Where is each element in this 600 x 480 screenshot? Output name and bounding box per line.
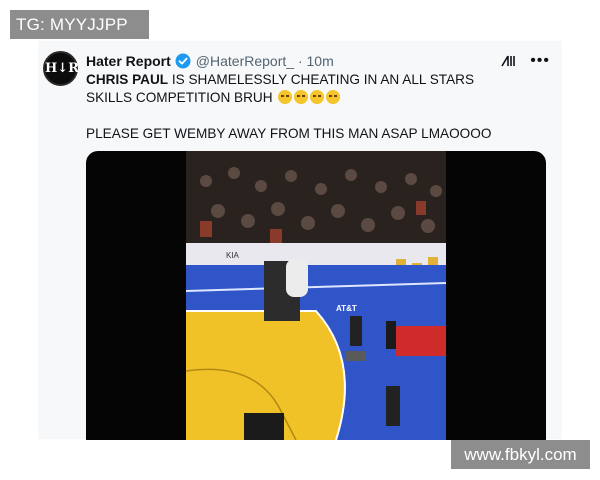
- avatar-monogram: H↓R: [45, 61, 79, 76]
- avatar[interactable]: H↓R: [43, 51, 79, 86]
- video-footage: KIA AT&T: [186, 151, 446, 440]
- tweet-line-1: CHRIS PAUL IS SHAMELESSLY CHEATING IN AN…: [86, 71, 516, 107]
- video-player[interactable]: KIA AT&T: [86, 151, 546, 440]
- banner-att: AT&T: [336, 304, 357, 313]
- tweet-line-1-bold: CHRIS PAUL: [86, 72, 169, 87]
- crying-emoji-icon: [326, 90, 341, 104]
- author-name[interactable]: Hater Report: [86, 53, 171, 69]
- author-handle-time[interactable]: @HaterReport_ · 10m: [196, 53, 334, 69]
- more-options-icon[interactable]: •••: [530, 53, 550, 69]
- crying-emoji-icon: [278, 90, 293, 104]
- verified-badge-icon: [175, 53, 191, 69]
- tweet-line-2: PLEASE GET WEMBY AWAY FROM THIS MAN ASAP…: [86, 126, 492, 141]
- site-watermark: www.fbkyl.com: [451, 440, 590, 469]
- grok-icon[interactable]: [500, 53, 516, 69]
- court-scene-image: KIA AT&T: [186, 151, 446, 440]
- tweet-text: CHRIS PAUL IS SHAMELESSLY CHEATING IN AN…: [86, 71, 516, 143]
- tg-badge: TG: MYYJJPP: [10, 10, 149, 39]
- tweet-top-actions: •••: [500, 51, 550, 71]
- crying-emoji-icon: [294, 90, 309, 104]
- author-row: Hater Report @HaterReport_ · 10m: [86, 51, 334, 71]
- crying-emoji-icon: [310, 90, 325, 104]
- banner-tag: KIA: [226, 251, 240, 260]
